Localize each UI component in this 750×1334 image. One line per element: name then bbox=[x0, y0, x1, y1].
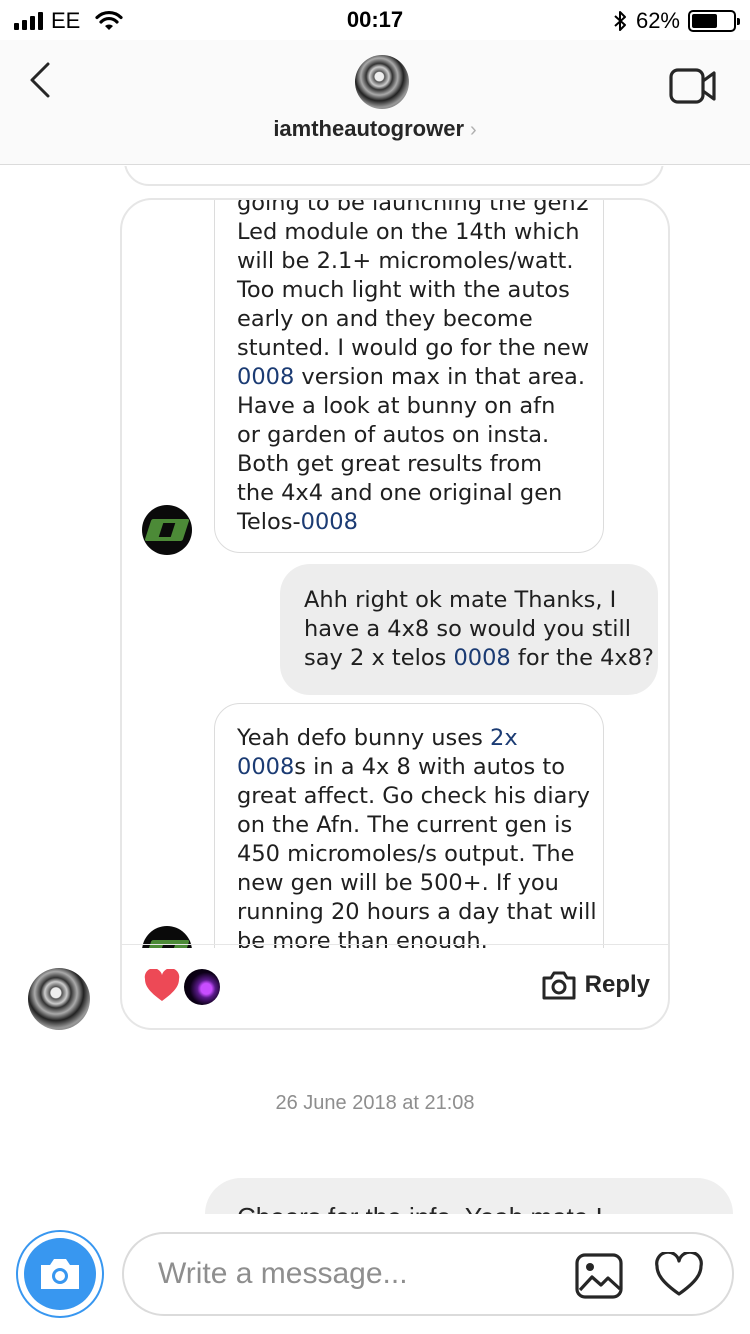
message-actions-bar: Reply bbox=[122, 944, 668, 1028]
reply-button[interactable]: Reply bbox=[541, 969, 650, 1001]
message-input-field[interactable] bbox=[122, 1232, 734, 1316]
screenshot-text-line: 0008s in a 4x 8 with autos to bbox=[237, 753, 581, 782]
conversation-header: iamtheautogrower › bbox=[0, 40, 750, 165]
gallery-button[interactable] bbox=[574, 1252, 624, 1305]
gallery-icon bbox=[575, 1253, 623, 1299]
highlighted-text: 0008 bbox=[237, 754, 295, 780]
text-segment: on the Afn. The current gen is bbox=[237, 812, 573, 838]
video-call-icon bbox=[669, 68, 716, 104]
text-segment: for the 4x8? bbox=[510, 645, 654, 671]
text-segment: great affect. Go check his diary bbox=[237, 783, 590, 809]
text-segment: stunted. I would go for the new bbox=[237, 335, 590, 361]
text-segment: Telos- bbox=[237, 509, 301, 535]
outgoing-message-text: Cheers for the info. Yeah mate I bbox=[237, 1202, 603, 1214]
text-segment: or garden of autos on insta. bbox=[237, 422, 550, 448]
text-segment: new gen will be 500+. If you bbox=[237, 870, 559, 896]
back-icon bbox=[30, 62, 50, 98]
highlighted-text: 0008 bbox=[453, 645, 511, 671]
sender-avatar[interactable] bbox=[28, 968, 90, 1030]
previous-message-bubble bbox=[124, 166, 664, 186]
screenshot-text-line: Telos-0008 bbox=[237, 508, 581, 537]
screenshot-text-line: great affect. Go check his diary bbox=[237, 782, 590, 811]
screenshot-text-line: Led module on the 14th which bbox=[237, 218, 581, 247]
screenshot-text-line: Have a look at bunny on afn bbox=[237, 392, 581, 421]
screenshot-text-line: Too much light with the autos bbox=[237, 276, 581, 305]
text-segment: Too much light with the autos bbox=[237, 277, 570, 303]
text-segment: 450 micromoles/s output. The bbox=[237, 841, 575, 867]
message-input[interactable] bbox=[158, 1252, 558, 1296]
chevron-right-icon: › bbox=[470, 119, 477, 141]
camera-icon bbox=[542, 971, 576, 1000]
camera-icon bbox=[41, 1259, 79, 1289]
highlighted-text: 0008 bbox=[300, 509, 358, 535]
username: iamtheautogrower bbox=[273, 116, 465, 141]
screenshot-incoming-bubble-2: Yeah defo bunny uses 2x 0008s in a 4x 8 w… bbox=[214, 703, 604, 948]
back-button[interactable] bbox=[26, 60, 58, 100]
screenshot-text-line: the 4x4 and one original gen bbox=[237, 479, 581, 508]
text-segment: will be 2.1+ micromoles/watt. bbox=[237, 248, 574, 274]
sender-logo-avatar bbox=[142, 505, 192, 555]
reactor-avatar[interactable] bbox=[184, 969, 220, 1005]
text-segment: Yeah defo bunny uses bbox=[237, 725, 490, 751]
text-segment: running 20 hours a day that will bbox=[237, 899, 597, 925]
camera-button-fill bbox=[24, 1238, 96, 1310]
screenshot-text-line: going to be launching the gen2 bbox=[237, 200, 590, 218]
battery-percent: 62% bbox=[635, 8, 680, 33]
screenshot-text-line: say 2 x telos 0008 for the 4x8? bbox=[304, 644, 654, 673]
like-button[interactable] bbox=[654, 1250, 704, 1303]
screenshot-text-line: new gen will be 500+. If you bbox=[237, 869, 581, 898]
battery-nub bbox=[737, 18, 740, 25]
status-right: 62% bbox=[612, 8, 740, 34]
screenshot-text-line: running 20 hours a day that will bbox=[237, 898, 597, 927]
shared-screenshot-message[interactable]: going to be launching the gen2 Led module… bbox=[120, 198, 670, 1030]
screenshot-outgoing-bubble: Ahh right ok mate Thanks, I have a 4x8 so… bbox=[280, 564, 658, 695]
battery-fill bbox=[692, 14, 717, 28]
screenshot-text-line: Ahh right ok mate Thanks, I bbox=[304, 586, 634, 615]
heart-icon[interactable] bbox=[144, 969, 180, 1003]
shared-screenshot-image: going to be launching the gen2 Led module… bbox=[122, 200, 668, 948]
video-call-button[interactable] bbox=[668, 66, 718, 111]
screenshot-text-line: will be 2.1+ micromoles/watt. bbox=[237, 247, 581, 276]
screenshot-text-line: 0008 version max in that area. bbox=[237, 363, 585, 392]
text-segment: going to be launching the gen2 bbox=[237, 200, 590, 216]
text-segment: have a 4x8 so would you still bbox=[304, 616, 631, 642]
screenshot-incoming-bubble: going to be launching the gen2 Led module… bbox=[214, 200, 604, 553]
text-segment: the 4x4 and one original gen bbox=[237, 480, 563, 506]
message-composer bbox=[0, 1214, 750, 1334]
camera-button[interactable] bbox=[16, 1230, 104, 1318]
battery-icon bbox=[688, 10, 740, 32]
screenshot-text-line: Yeah defo bunny uses 2x bbox=[237, 724, 581, 753]
text-segment: Ahh right ok mate Thanks, I bbox=[304, 587, 617, 613]
status-bar: EE 00:17 62% bbox=[0, 0, 750, 40]
reply-label: Reply bbox=[584, 971, 650, 998]
screenshot-text-line: on the Afn. The current gen is bbox=[237, 811, 581, 840]
screenshot-text-line: early on and they become bbox=[237, 305, 581, 334]
chat-thread[interactable]: going to be launching the gen2 Led module… bbox=[0, 166, 750, 1214]
text-segment: s in a 4x 8 with autos to bbox=[294, 754, 565, 780]
highlighted-text: 0008 bbox=[237, 364, 295, 390]
screenshot-text-line: or garden of autos on insta. bbox=[237, 421, 581, 450]
text-segment: version max in that area. bbox=[294, 364, 585, 390]
username-link[interactable]: iamtheautogrower › bbox=[0, 116, 750, 142]
profile-avatar[interactable] bbox=[355, 55, 409, 109]
screenshot-text-line: Both get great results from bbox=[237, 450, 581, 479]
screenshot-text-line: have a 4x8 so would you still bbox=[304, 615, 634, 644]
text-segment: Led module on the 14th which bbox=[237, 219, 580, 245]
heart-icon bbox=[655, 1250, 703, 1296]
screenshot-text-line: stunted. I would go for the new bbox=[237, 334, 589, 363]
message-timestamp: 26 June 2018 at 21:08 bbox=[275, 1092, 475, 1114]
screenshot-text-line: 450 micromoles/s output. The bbox=[237, 840, 581, 869]
text-segment: early on and they become bbox=[237, 306, 533, 332]
text-segment: say 2 x telos bbox=[304, 645, 454, 671]
bluetooth-icon bbox=[614, 11, 626, 31]
text-segment: Both get great results from bbox=[237, 451, 543, 477]
text-segment: Have a look at bunny on afn bbox=[237, 393, 556, 419]
highlighted-text: 2x bbox=[490, 725, 518, 751]
outgoing-message-bubble[interactable]: Cheers for the info. Yeah mate I bbox=[205, 1178, 733, 1214]
